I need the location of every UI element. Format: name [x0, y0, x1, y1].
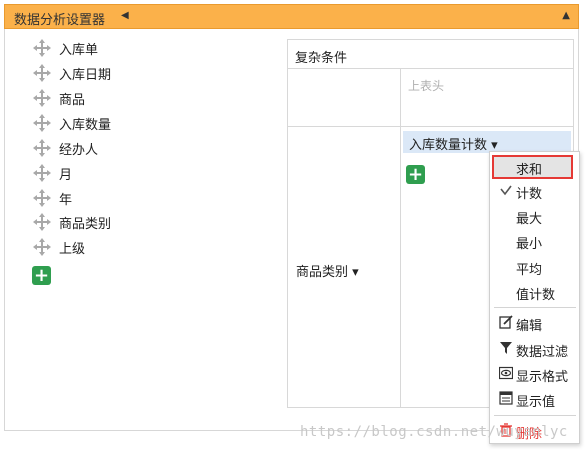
pivot-title: 复杂条件: [295, 51, 348, 66]
collapse-icon[interactable]: ▲: [562, 10, 570, 21]
add-field-button[interactable]: +: [32, 266, 51, 285]
field-label: 年: [59, 193, 73, 208]
data-analysis-panel: 数据分析设置器 ◀ ▲ 入库单 入库日期 商品 入库数量 经办人 月 年 商品类…: [0, 0, 587, 452]
move-icon[interactable]: [33, 89, 51, 107]
filter-icon: [500, 342, 512, 354]
menu-item-average[interactable]: 平均: [490, 255, 579, 279]
panel-header: 数据分析设置器 ◀ ▲: [4, 4, 579, 29]
check-icon: [500, 185, 512, 196]
menu-item-label: 最小: [516, 237, 543, 252]
field-label: 上级: [59, 242, 86, 257]
menu-item-label: 编辑: [516, 319, 543, 334]
aggregation-context-menu: 求和 计数 最大 最小 平均 值计数 编辑 数据过滤 显示格式 显示值 删除: [489, 151, 580, 444]
menu-item-label: 显示格式: [516, 370, 569, 385]
field-label: 入库单: [59, 43, 99, 58]
menu-item-display-format[interactable]: 显示格式: [490, 362, 579, 386]
list-icon: [499, 391, 513, 405]
edit-icon: [499, 315, 513, 329]
menu-item-label: 数据过滤: [516, 345, 569, 360]
menu-separator: [494, 307, 576, 308]
menu-item-max[interactable]: 最大: [490, 204, 579, 228]
pivot-divider: [288, 68, 573, 69]
menu-item-label: 显示值: [516, 395, 556, 410]
title-arrow-icon[interactable]: ◀: [121, 10, 129, 21]
move-icon[interactable]: [33, 39, 51, 57]
add-value-button[interactable]: +: [406, 165, 425, 184]
menu-item-value-count[interactable]: 值计数: [490, 280, 579, 304]
menu-item-sum[interactable]: 求和: [492, 155, 573, 179]
column-header-dropzone[interactable]: 上表头: [408, 77, 444, 94]
value-field-label: 入库数量计数 ▾: [409, 138, 498, 153]
move-icon[interactable]: [33, 238, 51, 256]
move-icon[interactable]: [33, 164, 51, 182]
move-icon[interactable]: [33, 189, 51, 207]
pivot-divider: [288, 126, 573, 127]
menu-item-count[interactable]: 计数: [490, 179, 579, 203]
move-icon[interactable]: [33, 64, 51, 82]
menu-item-label: 求和: [516, 163, 543, 178]
field-label: 月: [59, 168, 73, 183]
field-label: 商品类别: [59, 217, 112, 232]
move-icon[interactable]: [33, 213, 51, 231]
row-field-dropdown[interactable]: 商品类别 ▾: [296, 261, 359, 280]
field-label: 入库日期: [59, 68, 112, 83]
panel-title: 数据分析设置器: [14, 13, 106, 28]
value-field-dropdown[interactable]: 入库数量计数 ▾: [403, 131, 571, 153]
menu-item-label: 最大: [516, 212, 543, 227]
move-icon[interactable]: [33, 139, 51, 157]
menu-item-min[interactable]: 最小: [490, 229, 579, 253]
field-label: 入库数量: [59, 118, 112, 133]
field-label: 经办人: [59, 143, 99, 158]
menu-item-label: 计数: [516, 187, 543, 202]
menu-separator: [494, 415, 576, 416]
menu-item-label: 平均: [516, 263, 543, 278]
move-icon[interactable]: [33, 114, 51, 132]
pivot-divider: [400, 68, 401, 407]
menu-item-display-value[interactable]: 显示值: [490, 387, 579, 411]
menu-item-filter[interactable]: 数据过滤: [490, 337, 579, 361]
menu-item-label: 值计数: [516, 288, 556, 303]
field-label: 商品: [59, 93, 86, 108]
menu-item-edit[interactable]: 编辑: [490, 311, 579, 335]
eye-icon: [499, 366, 513, 380]
watermark: https://blog.csdn.net/wuyanlyc: [300, 424, 568, 440]
